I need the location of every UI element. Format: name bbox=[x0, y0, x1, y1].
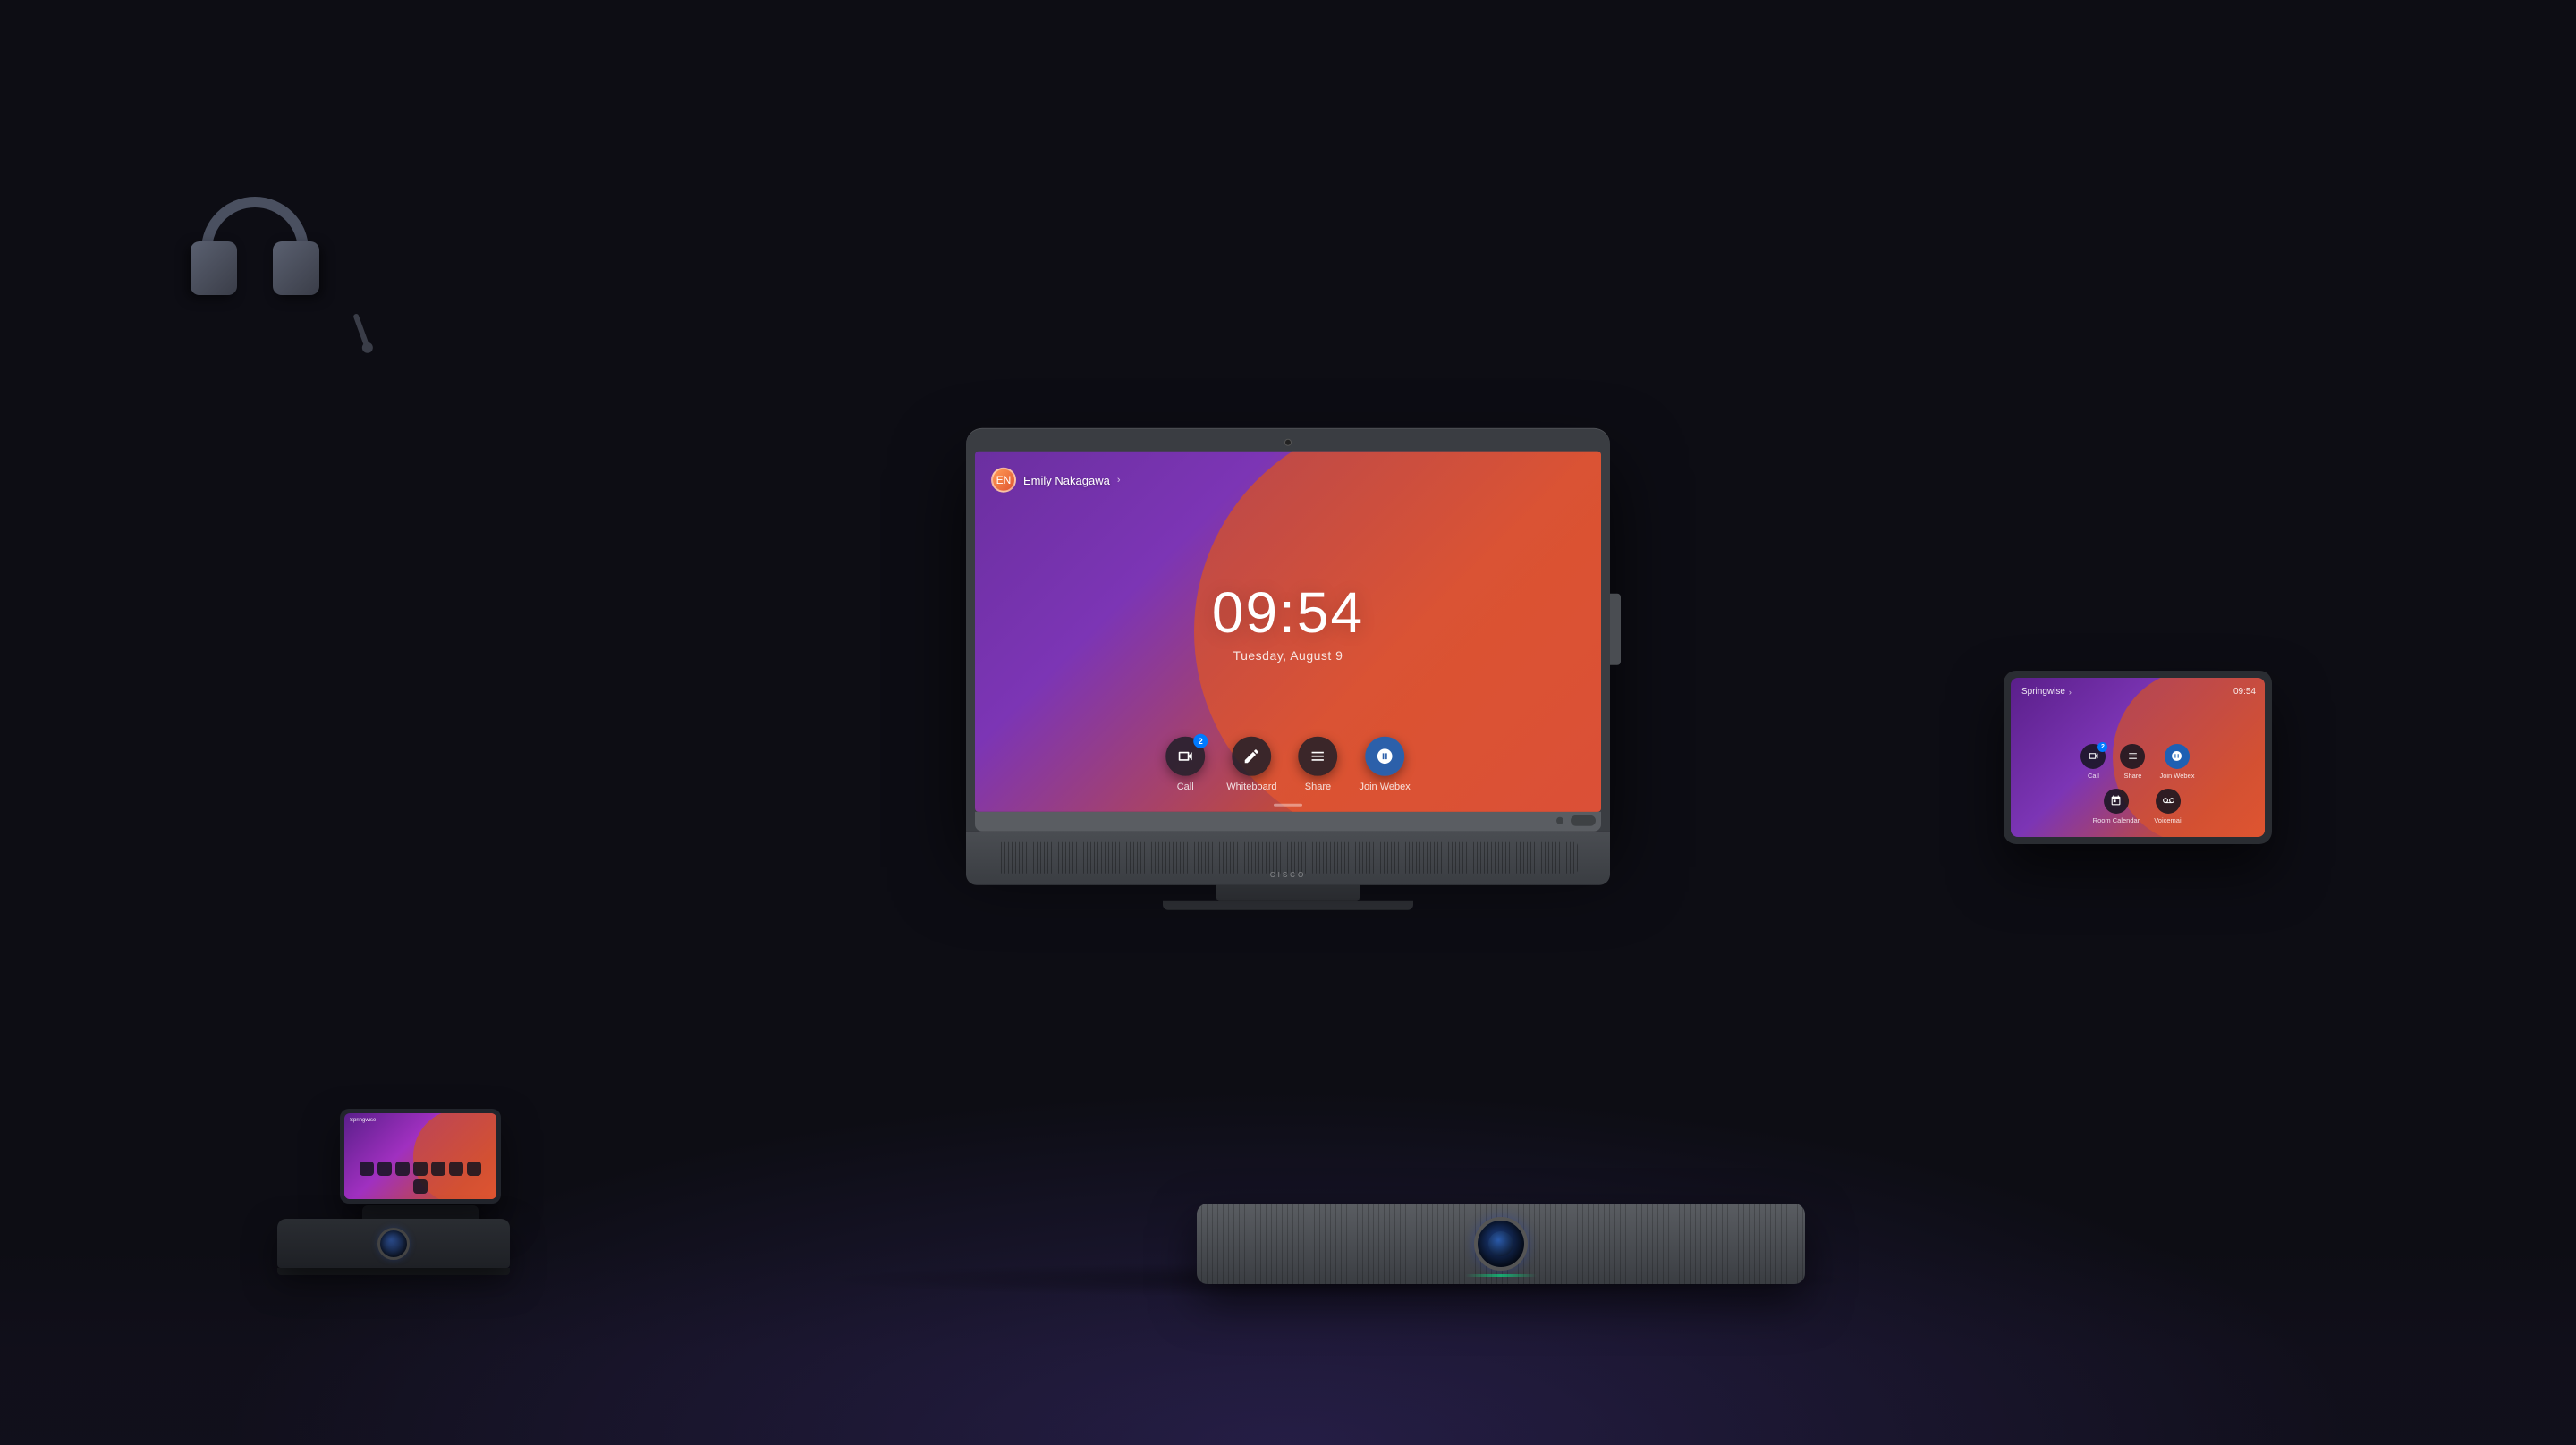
small-icon-6 bbox=[449, 1162, 463, 1176]
headphone-band bbox=[201, 197, 309, 268]
monitor-stand bbox=[1216, 884, 1360, 900]
join-webex-label: Join Webex bbox=[1359, 781, 1410, 791]
soundbar bbox=[1197, 1204, 1805, 1284]
small-icon-7 bbox=[467, 1162, 481, 1176]
join-webex-button-icon bbox=[1365, 736, 1404, 775]
video-camera-icon bbox=[1176, 747, 1194, 765]
tablet-join-webex-label: Join Webex bbox=[2159, 771, 2194, 779]
monitor-speaker-bar: cisco bbox=[966, 831, 1610, 884]
tablet-call-label: Call bbox=[2088, 771, 2099, 779]
headphone-left-cup bbox=[191, 241, 237, 295]
scene: Springwise bbox=[0, 0, 2576, 1445]
soundbar-lens-inner bbox=[1488, 1231, 1513, 1256]
tablet-share-svg bbox=[2127, 750, 2139, 762]
voicemail-icon bbox=[2163, 795, 2174, 807]
tablet-room-calendar-label: Room Calendar bbox=[2093, 815, 2140, 824]
tablet-share-label: Share bbox=[2123, 771, 2141, 779]
small-screen-org: Springwise bbox=[350, 1118, 376, 1123]
webcam-foot bbox=[277, 1268, 510, 1275]
small-screen-icons bbox=[360, 1162, 481, 1194]
screen-time-area: 09:54 Tuesday, August 9 bbox=[1212, 584, 1364, 663]
soundbar-indicator bbox=[1465, 1274, 1537, 1277]
webex-icon bbox=[1376, 747, 1394, 765]
share-icon bbox=[1309, 747, 1326, 765]
tablet-join-webex-button[interactable]: Join Webex bbox=[2159, 743, 2194, 779]
webcam bbox=[277, 1219, 510, 1275]
tablet-voicemail-icon bbox=[2156, 788, 2181, 813]
join-webex-button[interactable]: Join Webex bbox=[1359, 736, 1410, 791]
tablet-voicemail-label: Voicemail bbox=[2154, 815, 2182, 824]
small-touch-device[interactable]: Springwise bbox=[340, 1109, 501, 1230]
monitor-frame: EN Emily Nakagawa › 09:54 Tuesday, Augus… bbox=[966, 428, 1610, 832]
whiteboard-button-icon bbox=[1232, 736, 1271, 775]
monitor-side-piece bbox=[1610, 594, 1621, 665]
small-icon-5 bbox=[431, 1162, 445, 1176]
tablet-room-calendar-button[interactable]: Room Calendar bbox=[2093, 788, 2140, 824]
share-label: Share bbox=[1305, 781, 1331, 791]
tablet-call-button[interactable]: 2 Call bbox=[2080, 743, 2106, 779]
tablet-share-button[interactable]: Share bbox=[2120, 743, 2145, 779]
tablet-webex-svg bbox=[2172, 750, 2183, 762]
webcam-body bbox=[277, 1219, 510, 1268]
tablet-buttons-row2: Room Calendar Voicemail bbox=[2026, 788, 2250, 824]
monitor-camera bbox=[1284, 439, 1292, 446]
tablet-room-calendar-icon bbox=[2104, 788, 2129, 813]
tablet-voicemail-button[interactable]: Voicemail bbox=[2154, 788, 2182, 824]
tablet-call-badge: 2 bbox=[2097, 741, 2107, 751]
tablet-chevron-icon: › bbox=[2069, 687, 2072, 696]
tablet-header: Springwise › 09:54 bbox=[2021, 687, 2256, 697]
screen-user-row[interactable]: EN Emily Nakagawa › bbox=[991, 468, 1121, 493]
call-button-icon: 2 bbox=[1165, 736, 1205, 775]
whiteboard-button[interactable]: Whiteboard bbox=[1226, 736, 1276, 791]
main-monitor[interactable]: EN Emily Nakagawa › 09:54 Tuesday, Augus… bbox=[966, 428, 1610, 910]
small-icon-1 bbox=[360, 1162, 374, 1176]
home-indicator bbox=[1274, 803, 1302, 806]
tablet-buttons-row1: 2 Call bbox=[2026, 743, 2250, 779]
headphones bbox=[165, 197, 344, 268]
call-badge: 2 bbox=[1193, 733, 1208, 748]
small-device-frame: Springwise bbox=[340, 1109, 501, 1204]
tablet-call-icon: 2 bbox=[2080, 743, 2106, 768]
small-icon-2 bbox=[377, 1162, 392, 1176]
tablet-time: 09:54 bbox=[2233, 687, 2256, 697]
tablet-screen: Springwise › 09:54 2 bbox=[2011, 678, 2265, 837]
tablet-video-icon bbox=[2088, 750, 2099, 762]
cisco-logo: cisco bbox=[1270, 870, 1306, 878]
call-button[interactable]: 2 Call bbox=[1165, 736, 1205, 791]
monitor-top-bar bbox=[975, 437, 1601, 448]
call-label: Call bbox=[1177, 781, 1194, 791]
avatar: EN bbox=[991, 468, 1016, 493]
monitor-screen: EN Emily Nakagawa › 09:54 Tuesday, Augus… bbox=[975, 452, 1601, 812]
tablet-device[interactable]: Springwise › 09:54 2 bbox=[2004, 671, 2272, 844]
pencil-icon bbox=[1242, 747, 1260, 765]
clock-time: 09:54 bbox=[1212, 584, 1364, 641]
monitor-small-btn[interactable] bbox=[1571, 815, 1596, 825]
screen-action-buttons: 2 Call Wh bbox=[1165, 736, 1411, 791]
headphone-right-cup bbox=[273, 241, 319, 295]
soundbar-body bbox=[1197, 1204, 1805, 1284]
small-icon-3 bbox=[395, 1162, 410, 1176]
tablet-join-webex-icon bbox=[2165, 743, 2190, 768]
share-button-icon bbox=[1298, 736, 1337, 775]
small-device-screen: Springwise bbox=[344, 1113, 496, 1199]
tablet-share-icon bbox=[2120, 743, 2145, 768]
tablet-frame: Springwise › 09:54 2 bbox=[2004, 671, 2272, 844]
small-icon-8 bbox=[413, 1179, 428, 1194]
small-icon-4 bbox=[413, 1162, 428, 1176]
share-button[interactable]: Share bbox=[1298, 736, 1337, 791]
clock-date: Tuesday, August 9 bbox=[1212, 648, 1364, 663]
headphone-mic bbox=[352, 313, 369, 349]
tablet-org-name: Springwise bbox=[2021, 687, 2065, 697]
monitor-foot bbox=[1163, 900, 1413, 909]
soundbar-camera-lens bbox=[1474, 1217, 1528, 1271]
tablet-action-buttons: 2 Call bbox=[2026, 743, 2250, 824]
calendar-icon bbox=[2110, 795, 2122, 807]
monitor-base-bar bbox=[975, 811, 1601, 831]
chevron-right-icon: › bbox=[1117, 475, 1121, 486]
monitor-dot-btn[interactable] bbox=[1556, 816, 1563, 824]
whiteboard-label: Whiteboard bbox=[1226, 781, 1276, 791]
webcam-lens bbox=[377, 1228, 410, 1260]
username: Emily Nakagawa bbox=[1023, 473, 1110, 486]
monitor-control-buttons bbox=[1556, 815, 1596, 825]
